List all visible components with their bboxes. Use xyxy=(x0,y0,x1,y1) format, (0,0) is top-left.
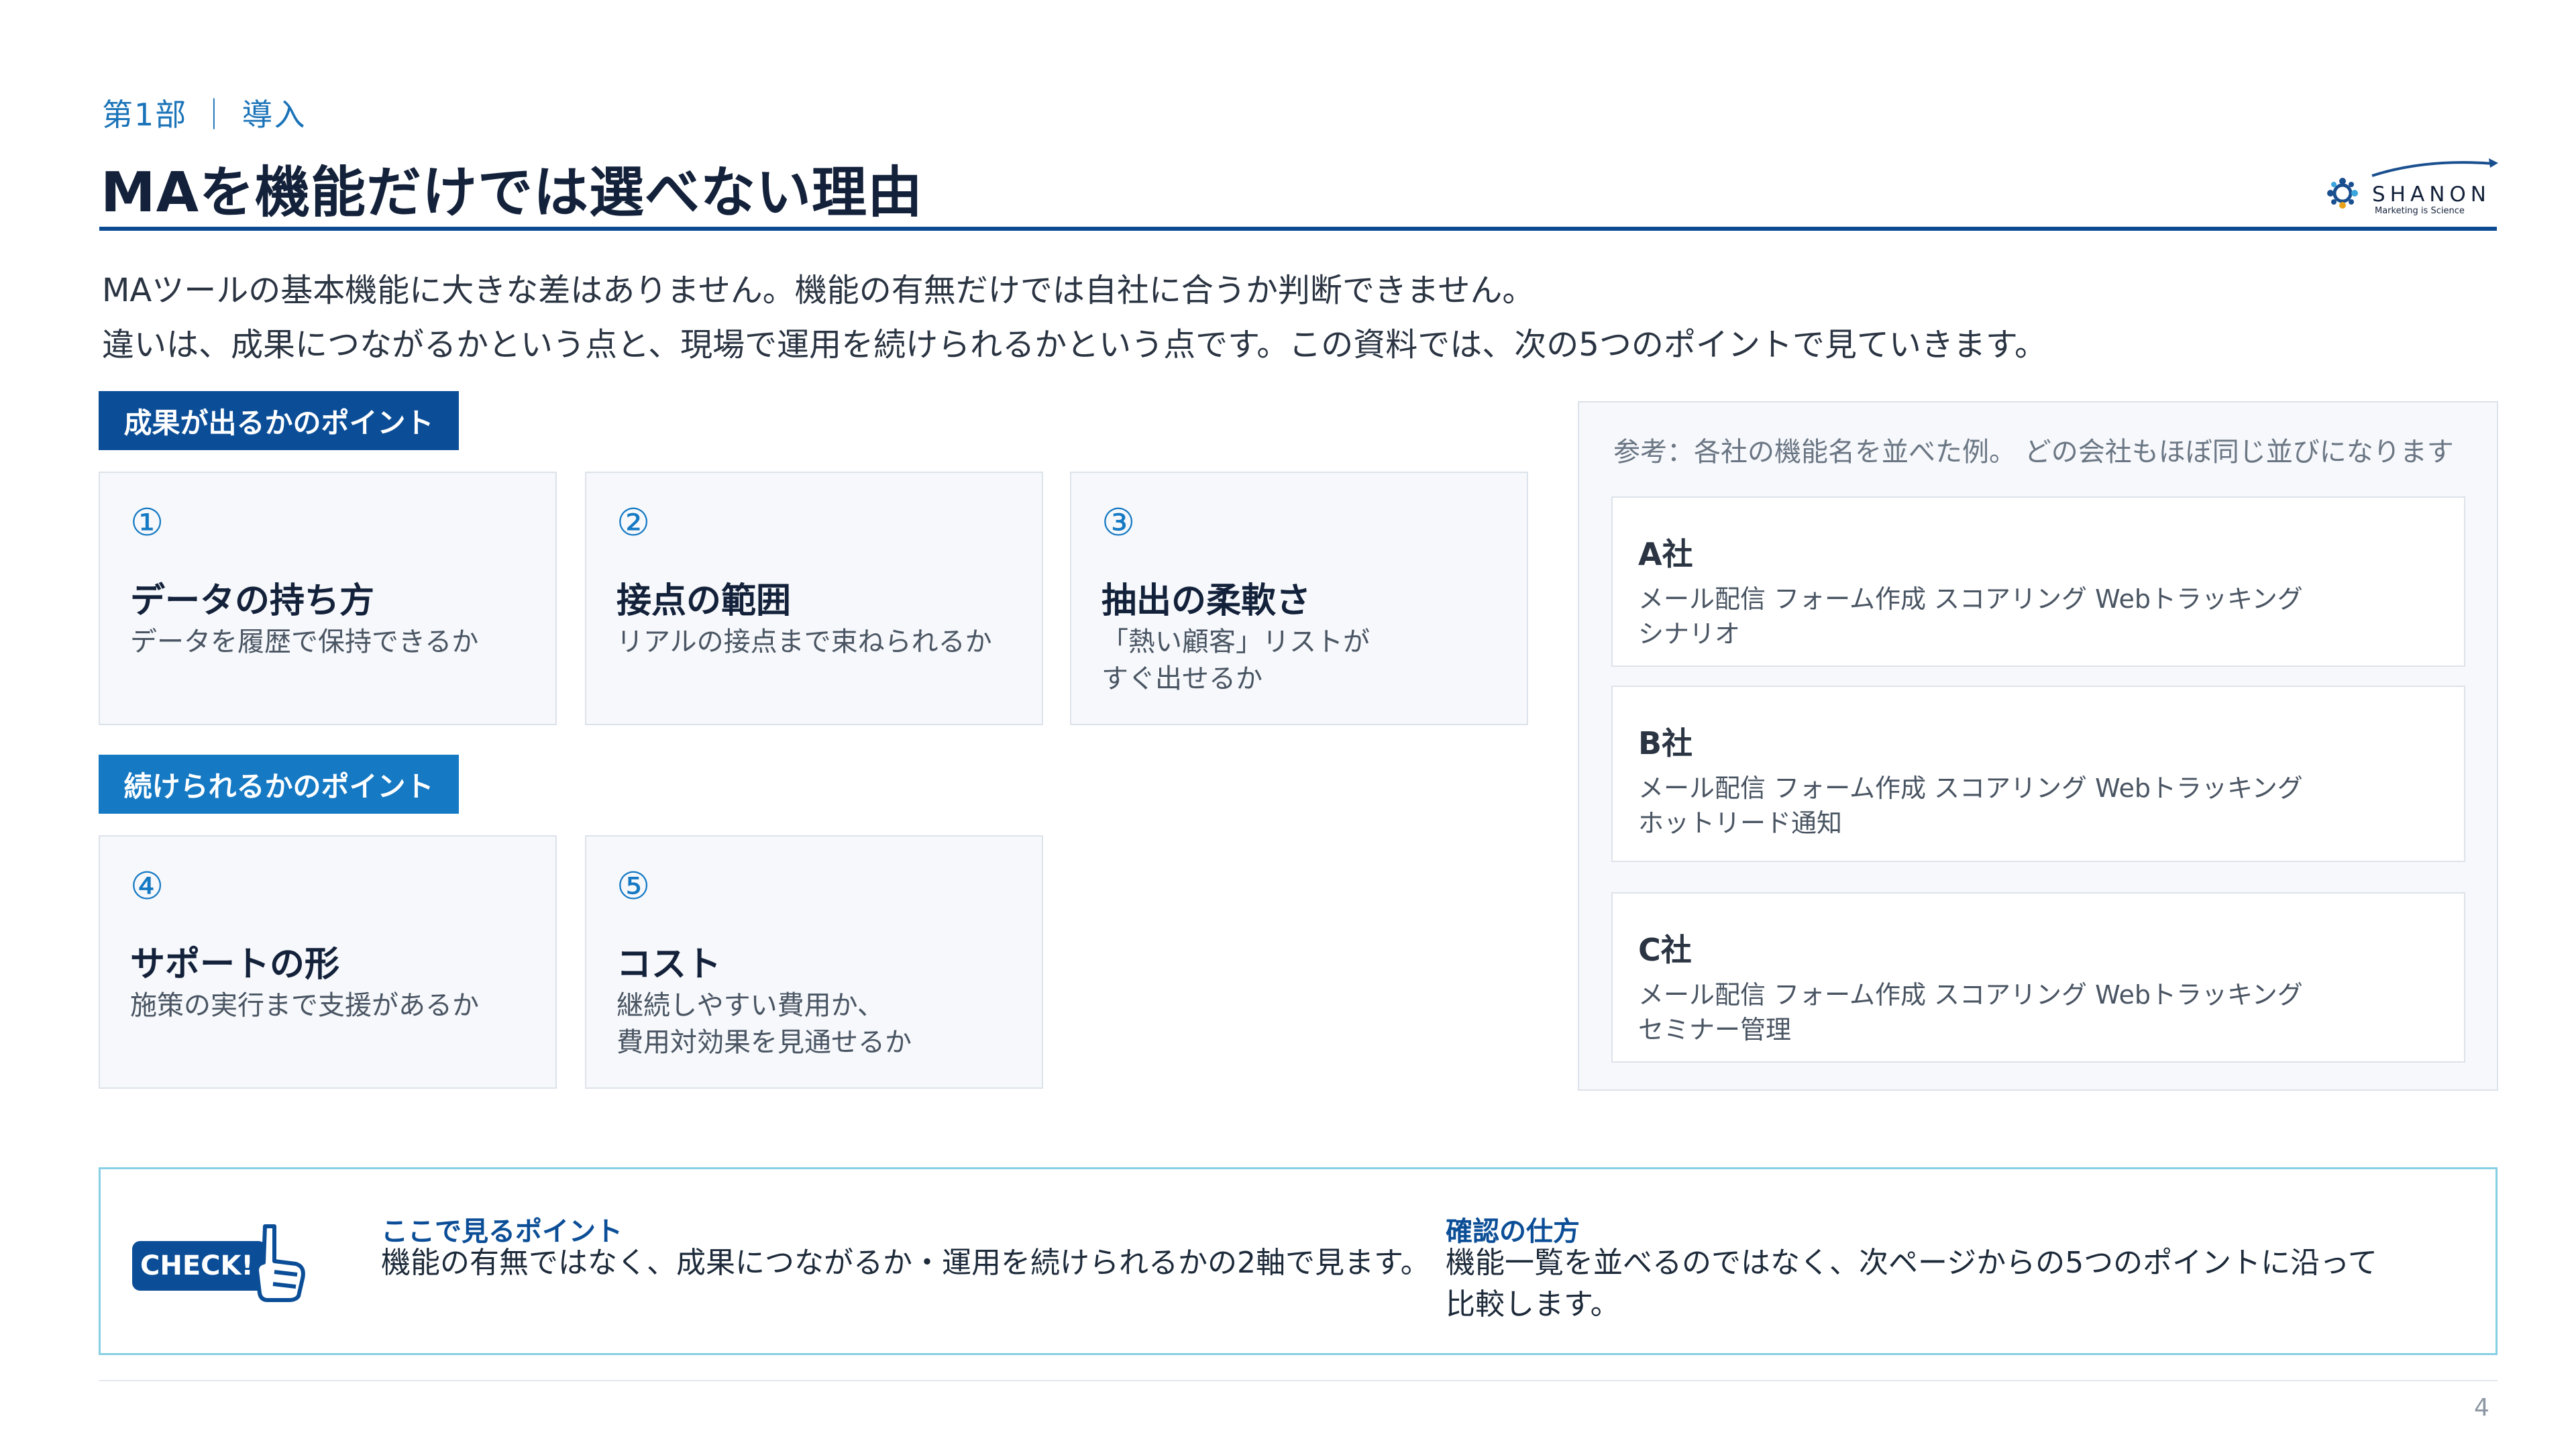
point-number: ⑤ xyxy=(616,865,651,908)
point-title: 抽出の柔軟さ xyxy=(1102,581,1311,621)
logo-wordmark: SHANON xyxy=(2372,182,2491,207)
point-title: コスト xyxy=(616,945,722,985)
point-number: ② xyxy=(616,501,651,545)
point-card-data: ① データの持ち方 データを履歴で保持できるか xyxy=(99,472,557,725)
company-features: メール配信 フォーム作成 スコアリング Webトラッキング xyxy=(1638,773,2303,803)
page-title: MAを機能だけでは選べない理由 xyxy=(101,161,924,225)
reference-heading: 参考：各社の機能名を並べた例。 どの会社もほぼ同じ並びになります xyxy=(1613,437,2454,468)
point-card-support: ④ サポートの形 施策の実行まで支援があるか xyxy=(99,835,557,1089)
company-feature-extra: シナリオ xyxy=(1638,619,1741,649)
results-points-tag: 成果が出るかのポイント xyxy=(99,391,459,450)
company-card-c: C社 メール配信 フォーム作成 スコアリング Webトラッキング セミナー管理 xyxy=(1611,892,2465,1063)
company-name: A社 xyxy=(1638,536,1693,572)
section-label: 第1部 ｜ 導入 xyxy=(102,97,307,133)
intro-line-1: MAツールの基本機能に大きな差はありません。機能の有無だけでは自社に合うか判断で… xyxy=(102,272,1535,309)
point-number: ① xyxy=(130,501,164,545)
point-title: データの持ち方 xyxy=(130,581,375,621)
point-description: 継続しやすい費用か、 費用対効果を見通せるか xyxy=(616,990,912,1058)
check-method-text: 機能一覧を並べるのではなく、次ページからの5つのポイントに沿って 比較します。 xyxy=(1446,1246,2377,1322)
check-point-text: 機能の有無ではなく、成果につながるか・運用を続けられるかの2軸で見ます。 xyxy=(381,1246,1430,1280)
pointing-hand-icon xyxy=(255,1224,305,1302)
svg-text:CHECK!: CHECK! xyxy=(140,1250,254,1281)
point-description: 「熱い顧客」リストが すぐ出せるか xyxy=(1102,627,1370,694)
company-name: C社 xyxy=(1638,932,1692,968)
company-features: メール配信 フォーム作成 スコアリング Webトラッキング xyxy=(1638,584,2303,614)
point-description: 施策の実行まで支援があるか xyxy=(130,990,479,1021)
point-title: 接点の範囲 xyxy=(616,581,792,621)
company-features: メール配信 フォーム作成 スコアリング Webトラッキング xyxy=(1638,980,2303,1010)
company-card-b: B社 メール配信 フォーム作成 スコアリング Webトラッキング ホットリード通… xyxy=(1611,686,2465,862)
point-number: ④ xyxy=(130,865,164,908)
point-card-cost: ⑤ コスト 継続しやすい費用か、 費用対効果を見通せるか xyxy=(585,835,1043,1089)
point-description: リアルの接点まで束ねられるか xyxy=(616,627,992,657)
company-feature-extra: ホットリード通知 xyxy=(1638,808,1843,838)
intro-line-2: 違いは、成果につながるかという点と、現場で運用を続けられるかという点です。この資… xyxy=(102,326,2047,364)
footer-divider xyxy=(99,1380,2498,1381)
point-card-touchpoints: ② 接点の範囲 リアルの接点まで束ねられるか xyxy=(585,472,1043,725)
company-feature-extra: セミナー管理 xyxy=(1638,1015,1792,1044)
check-badge-icon: CHECK! xyxy=(132,1224,305,1302)
continuity-points-tag: 続けられるかのポイント xyxy=(99,755,459,814)
gear-logo-icon xyxy=(2327,178,2358,209)
company-card-a: A社 メール配信 フォーム作成 スコアリング Webトラッキング シナリオ xyxy=(1611,496,2465,667)
logo-swoosh xyxy=(2371,161,2495,177)
point-title: サポートの形 xyxy=(130,945,340,985)
shanon-logo: SHANON Marketing is Science xyxy=(2327,158,2498,216)
logo-tagline: Marketing is Science xyxy=(2375,206,2465,216)
page-number: 4 xyxy=(2474,1394,2489,1421)
point-description: データを履歴で保持できるか xyxy=(130,627,479,657)
company-name: B社 xyxy=(1638,725,1693,761)
title-divider xyxy=(99,227,2497,231)
point-number: ③ xyxy=(1102,501,1136,545)
point-card-extraction: ③ 抽出の柔軟さ 「熱い顧客」リストが すぐ出せるか xyxy=(1070,472,1528,725)
